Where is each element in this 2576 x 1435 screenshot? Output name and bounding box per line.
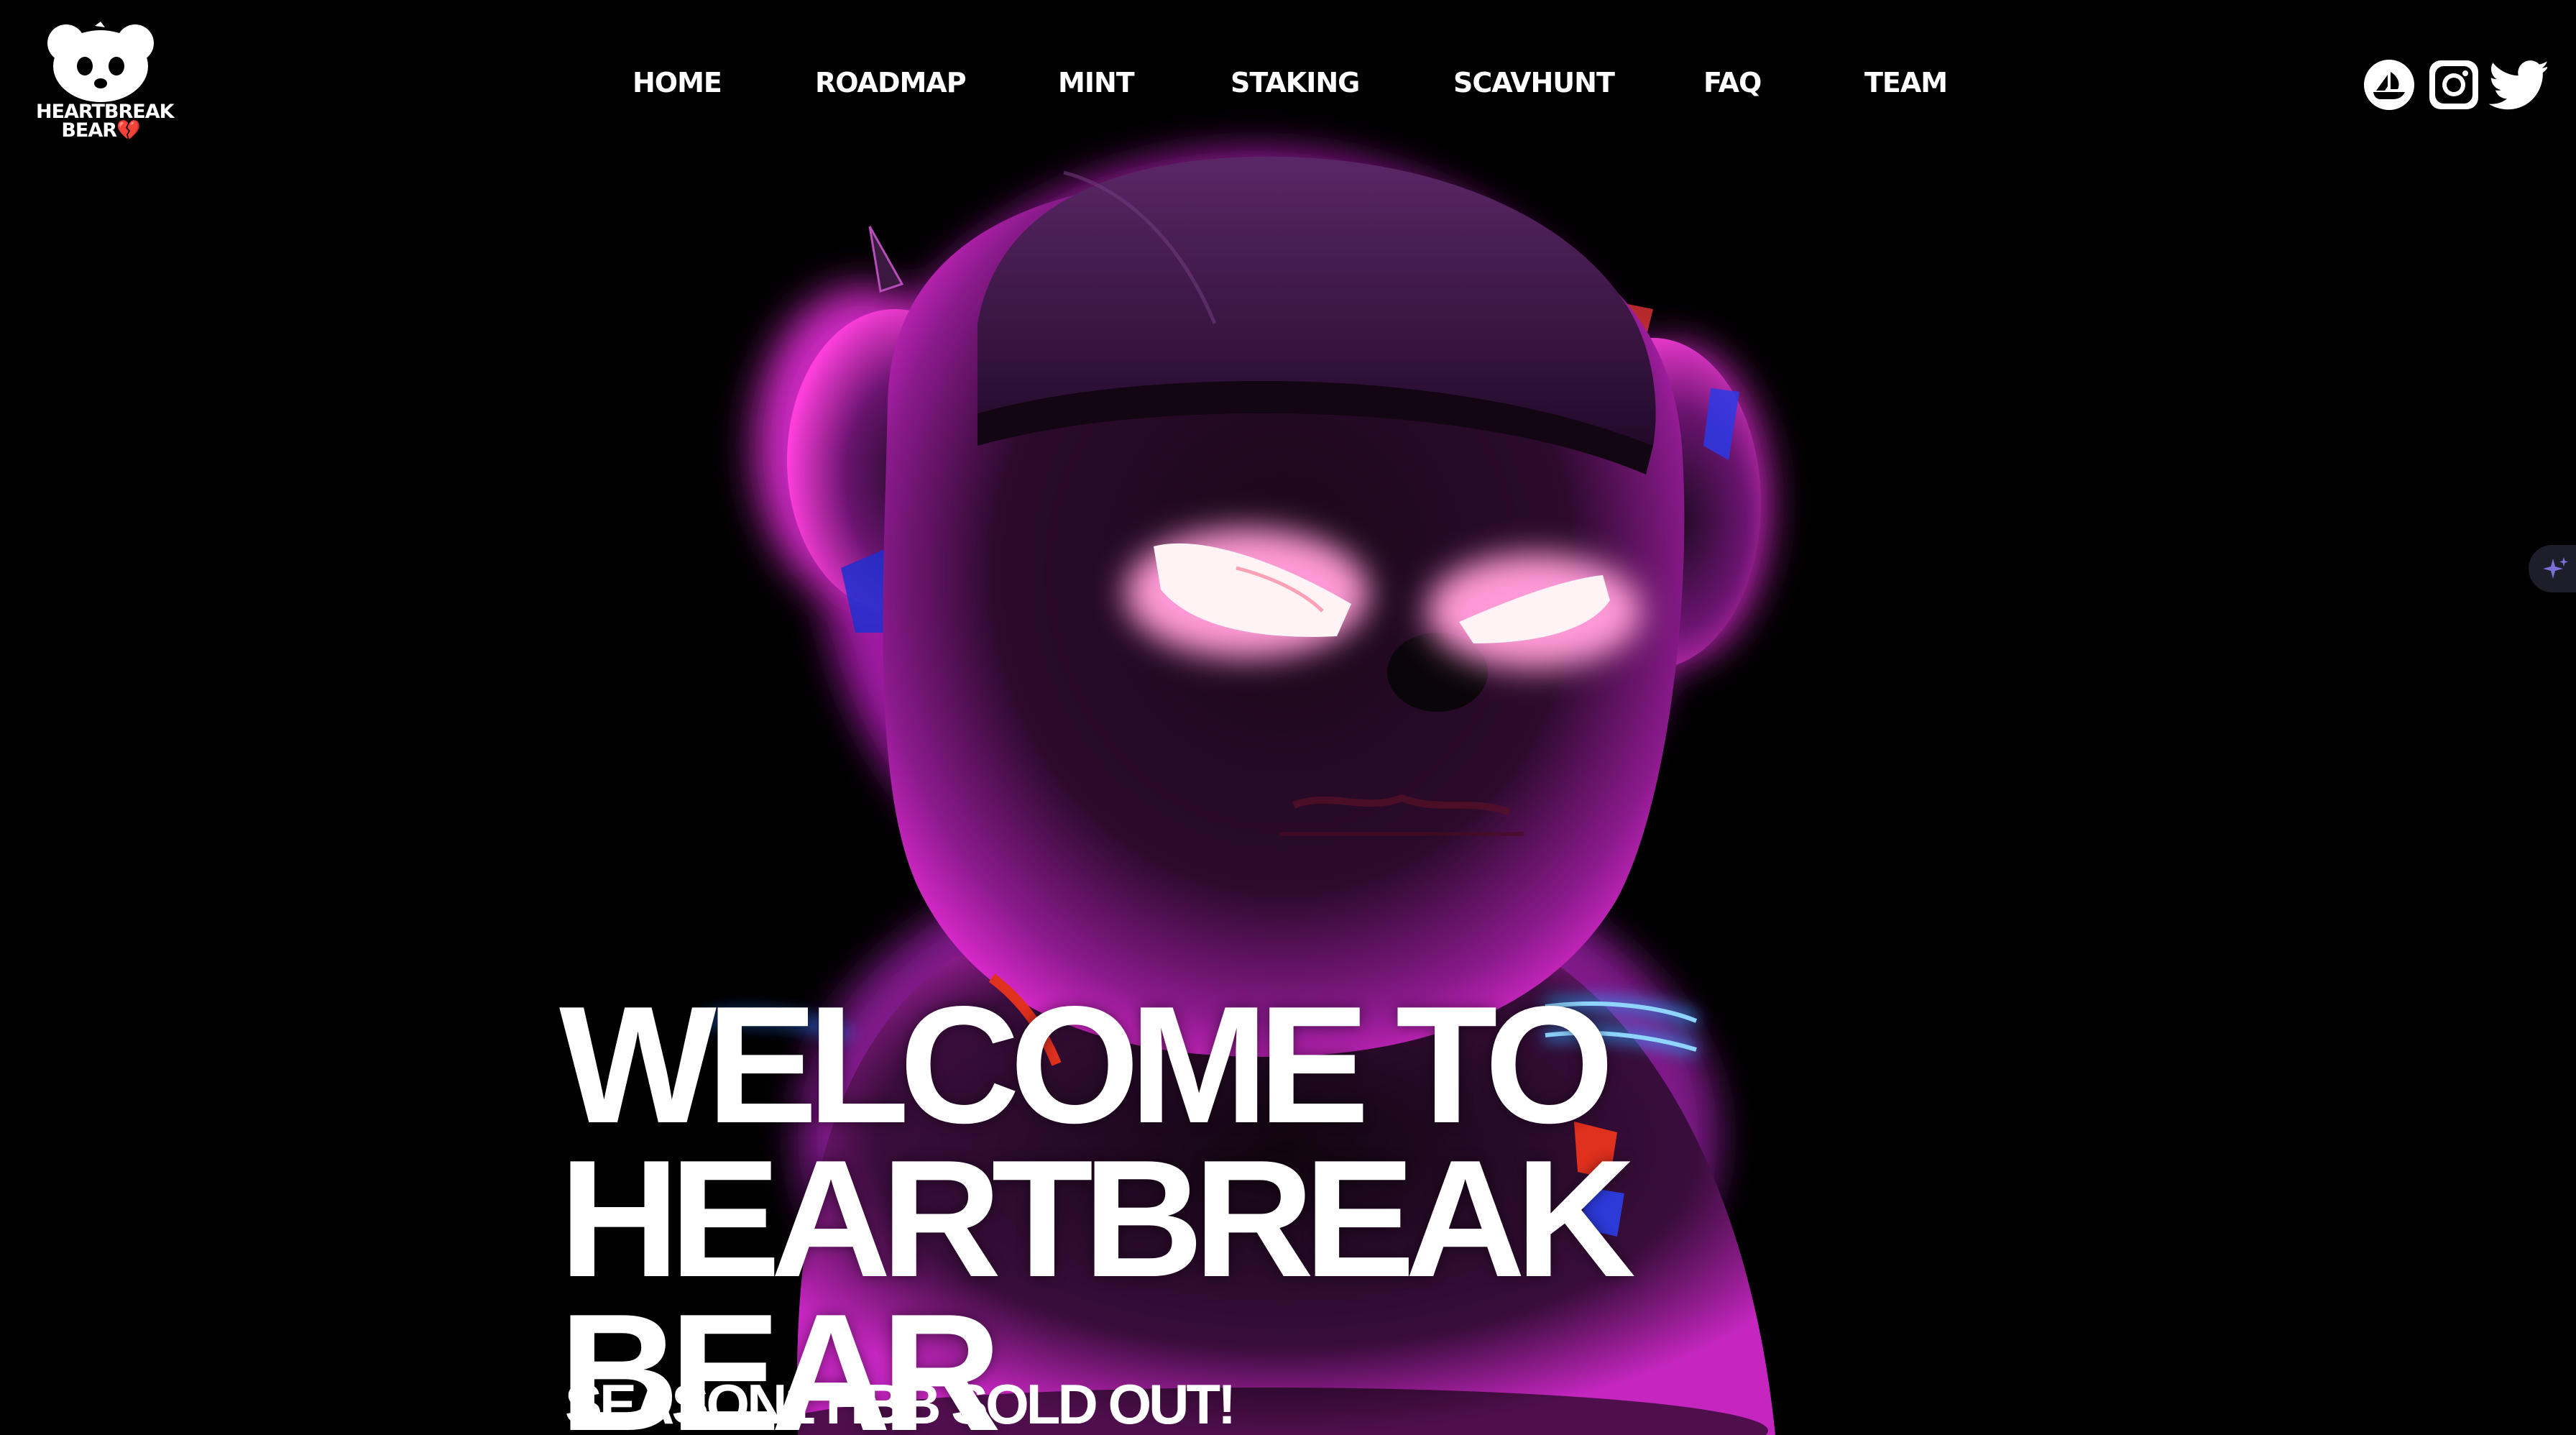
page-root: HEARTBREAK BEAR💔 HOME ROADMAP MINT STAKI… [0,0,2576,1435]
logo-text-line2: BEAR💔 [61,119,140,142]
side-assistant-tab[interactable] [2529,545,2576,592]
logo-text-line1: HEARTBREAK [36,101,175,123]
hero-title-line1: WELCOME TO [559,972,1614,1159]
bear-head-logo-icon [47,22,154,102]
twitter-icon[interactable] [2488,58,2547,112]
sparkle-icon [2543,557,2568,579]
opensea-icon[interactable] [2362,58,2416,112]
nav-staking[interactable]: STAKING [1230,63,1360,102]
instagram-icon[interactable] [2426,58,2481,112]
nav-team[interactable]: TEAM [1864,63,1948,102]
hero-subtitle: SEASON1 HBB SOLD OUT! [565,1372,1236,1435]
hero-title: WELCOME TO HEARTBREAK BEAR [559,972,1709,1435]
heartbreak-bear-logo[interactable]: HEARTBREAK BEAR💔 [36,22,175,144]
nav-roadmap[interactable]: ROADMAP [815,63,967,102]
hero-title-line2: HEARTBREAK [559,1126,1636,1313]
nav-faq[interactable]: FAQ [1703,63,1762,102]
nav-home[interactable]: HOME [632,63,722,102]
nav-mint[interactable]: MINT [1058,63,1135,102]
nav-scavhunt[interactable]: SCAVHUNT [1453,63,1615,102]
